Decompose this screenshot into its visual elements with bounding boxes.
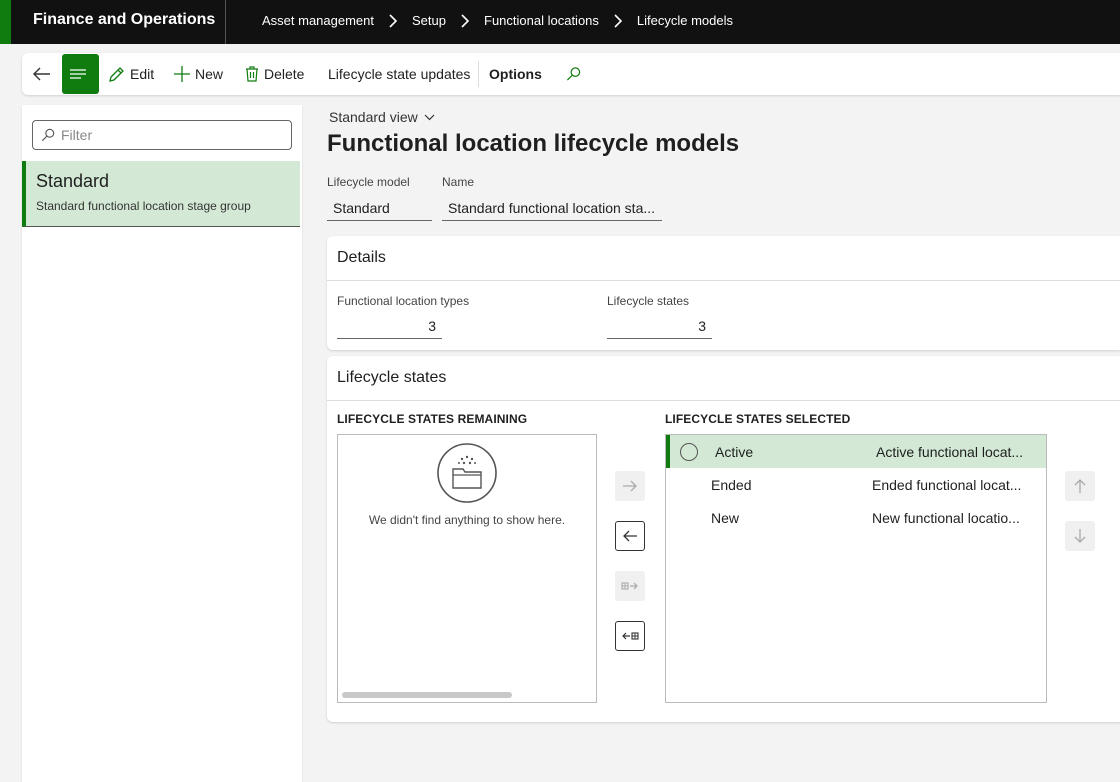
search-icon [41, 128, 55, 142]
functional-location-types-label: Functional location types [337, 294, 470, 308]
move-down-button[interactable] [1065, 521, 1095, 551]
horizontal-scrollbar[interactable] [342, 692, 512, 698]
state-description: Ended functional locat... [872, 477, 1022, 493]
topbar-divider [225, 0, 226, 44]
view-selector-label: Standard view [329, 109, 418, 125]
remove-state-button[interactable] [615, 521, 645, 551]
toolbar-separator [478, 61, 479, 87]
lifecycle-states-count-field[interactable]: 3 [607, 318, 712, 339]
remaining-states-label: LIFECYCLE STATES REMAINING [337, 412, 528, 426]
selected-states-label: LIFECYCLE STATES SELECTED [665, 412, 851, 426]
lifecycle-model-field[interactable]: Standard [327, 200, 432, 221]
list-item-subtitle: Standard functional location stage group [36, 199, 251, 213]
page-title: Functional location lifecycle models [327, 130, 740, 157]
plus-icon [174, 66, 190, 82]
delete-button[interactable]: Delete [245, 53, 304, 95]
lifecycle-states-section-title[interactable]: Lifecycle states [337, 369, 446, 387]
section-divider [327, 280, 1120, 281]
state-name: Ended [711, 477, 752, 493]
trash-icon [246, 66, 258, 82]
selected-states-list[interactable]: Active Active functional locat... Ended … [665, 434, 1047, 703]
brand-accent [0, 0, 11, 44]
list-item-standard[interactable]: Standard Standard functional location st… [22, 161, 300, 227]
details-section-title[interactable]: Details [337, 249, 386, 267]
state-name: Active [715, 444, 754, 460]
move-up-button[interactable] [1065, 471, 1095, 501]
remaining-states-list[interactable]: We didn't find anything to show here. [337, 434, 597, 703]
state-name: New [711, 510, 740, 526]
breadcrumb: Asset management Setup Functional locati… [262, 13, 733, 28]
pencil-icon [109, 66, 124, 82]
remove-all-states-button[interactable] [615, 621, 645, 651]
breadcrumb-lifecycle-models[interactable]: Lifecycle models [637, 13, 733, 28]
breadcrumb-asset-management[interactable]: Asset management [262, 13, 374, 28]
chevron-right-icon [389, 13, 398, 28]
delete-label: Delete [264, 66, 305, 82]
search-icon [566, 67, 581, 81]
lifecycle-model-label: Lifecycle model [327, 175, 410, 189]
list-item-ended[interactable]: Ended Ended functional locat... [666, 468, 1046, 501]
state-description: New functional locatio... [872, 510, 1020, 526]
add-state-button[interactable] [615, 471, 645, 501]
arrow-right-icon [623, 480, 637, 492]
back-arrow-icon [32, 67, 50, 81]
functional-location-types-field[interactable]: 3 [337, 318, 442, 339]
section-divider [327, 400, 1120, 401]
filter-box[interactable] [32, 120, 292, 150]
state-description: Active functional locat... [876, 444, 1024, 460]
app-title[interactable]: Finance and Operations [33, 11, 215, 29]
list-item-active[interactable]: Active Active functional locat... [666, 435, 1046, 468]
empty-state-message: We didn't find anything to show here. [368, 513, 566, 527]
empty-folder-icon [437, 443, 497, 503]
remove-all-icon [622, 632, 639, 640]
record-list-pane: Standard Standard functional location st… [22, 105, 302, 782]
list-item-new[interactable]: New New functional locatio... [666, 501, 1046, 534]
chevron-down-icon [424, 114, 435, 120]
name-field[interactable]: Standard functional location sta... [442, 200, 662, 221]
add-all-icon [621, 582, 638, 590]
row-select-radio[interactable] [680, 443, 698, 461]
options-tab[interactable]: Options [489, 53, 542, 95]
chevron-right-icon [461, 13, 470, 28]
breadcrumb-setup[interactable]: Setup [412, 13, 446, 28]
name-label: Name [442, 175, 475, 189]
add-all-states-button[interactable] [615, 571, 645, 601]
lifecycle-state-updates-button[interactable]: Lifecycle state updates [328, 53, 470, 95]
breadcrumb-functional-locations[interactable]: Functional locations [484, 13, 599, 28]
arrow-down-icon [1074, 529, 1086, 543]
edit-label: Edit [130, 66, 155, 82]
list-menu-icon [70, 69, 86, 79]
lifecycle-states-section: Lifecycle states LIFECYCLE STATES REMAIN… [327, 356, 1120, 722]
chevron-right-icon [614, 13, 623, 28]
toolbar-search-button[interactable] [566, 53, 586, 95]
edit-button[interactable]: Edit [108, 53, 154, 95]
top-bar: Finance and Operations Asset management … [0, 0, 1120, 44]
back-button[interactable] [32, 53, 56, 95]
action-pane: Edit New Delete Lifecycle state updates … [22, 53, 1120, 95]
arrow-up-icon [1074, 479, 1086, 493]
arrow-left-icon [623, 530, 637, 542]
lifecycle-states-count-label: Lifecycle states [607, 294, 690, 308]
view-selector[interactable]: Standard view [329, 109, 435, 125]
list-item-title: Standard [36, 171, 110, 191]
filter-input[interactable] [61, 127, 281, 143]
details-section: Details Functional location types 3 Life… [327, 236, 1120, 350]
new-button[interactable]: New [174, 53, 223, 95]
new-label: New [195, 66, 224, 82]
show-list-button[interactable] [62, 54, 99, 94]
